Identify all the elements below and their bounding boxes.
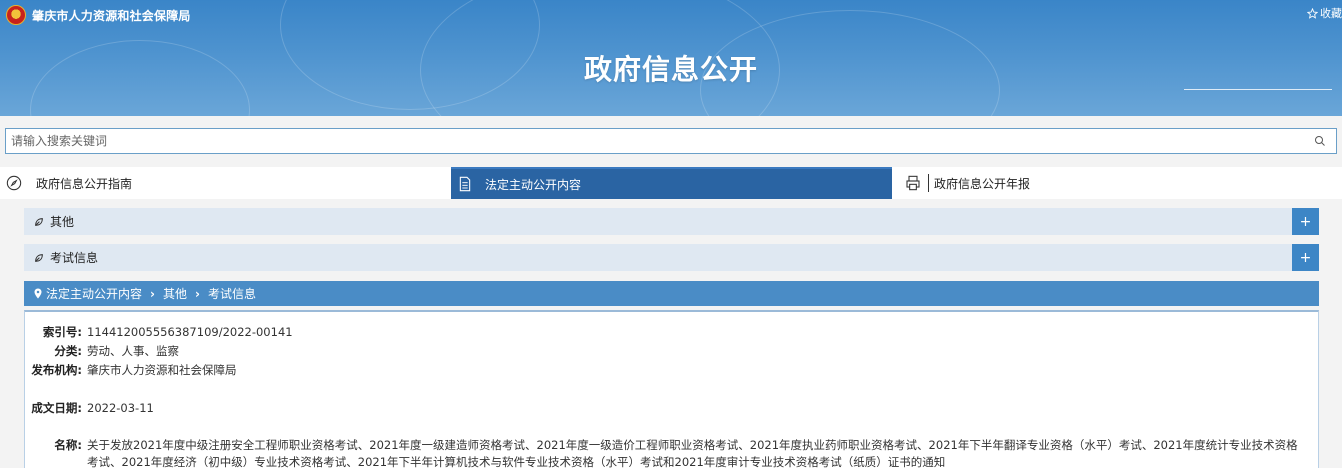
header-divider [1184,89,1332,90]
accordion-label: 考试信息 [50,251,99,265]
favorite-button[interactable]: 收藏 [1307,5,1342,21]
leaf-icon [35,217,43,226]
document-icon [459,176,471,192]
location-pin-icon [34,288,42,299]
site-brand[interactable]: 肇庆市人力资源和社会保障局 [6,5,191,25]
tab-label: 政府信息公开年报 [934,176,1031,191]
meta-value: 2022-03-11 [87,401,154,415]
expand-button[interactable]: + [1292,244,1319,271]
search-icon[interactable] [1314,135,1326,147]
tab-separator [928,174,929,192]
meta-key: 名称: [54,438,82,452]
meta-value: 肇庆市人力资源和社会保障局 [87,363,237,377]
compass-icon [6,175,22,191]
meta-row-date: 成文日期: 2022-03-11 [25,400,154,417]
org-name: 肇庆市人力资源和社会保障局 [32,8,191,23]
meta-row-index: 索引号: 114412005556387109/2022-00141 [25,324,293,341]
breadcrumb-item[interactable]: 法定主动公开内容 [46,285,142,302]
breadcrumb: 法定主动公开内容 › 其他 › 考试信息 [24,281,1319,306]
info-nav-tabs: 政府信息公开指南 法定主动公开内容 政府信息公开年报 [0,167,1342,199]
tab-label: 法定主动公开内容 [485,177,582,192]
site-header: 肇庆市人力资源和社会保障局 收藏 政府信息公开 [0,0,1342,116]
document-metadata-panel: 索引号: 114412005556387109/2022-00141 分类: 劳… [24,310,1319,468]
meta-row-publisher: 发布机构: 肇庆市人力资源和社会保障局 [25,362,237,379]
tab-mandatory-disclosure[interactable]: 法定主动公开内容 [451,167,892,199]
meta-value: 关于发放2021年度中级注册安全工程师职业资格考试、2021年度一级建造师资格考… [87,438,1298,468]
search-input[interactable] [6,129,1336,153]
meta-row-category: 分类: 劳动、人事、监察 [25,343,179,360]
tab-annual-report[interactable]: 政府信息公开年报 [905,167,1335,199]
star-icon [1307,7,1318,19]
meta-key: 分类: [54,344,82,358]
tab-disclosure-guide[interactable]: 政府信息公开指南 [6,167,446,199]
national-emblem-icon [6,5,26,25]
tab-label: 政府信息公开指南 [36,176,133,191]
chevron-right-icon: › [194,286,200,301]
meta-value: 劳动、人事、监察 [87,344,179,358]
accordion-exam-info[interactable]: 考试信息 + [24,244,1319,271]
page-title: 政府信息公开 [583,53,758,86]
breadcrumb-item[interactable]: 考试信息 [208,285,256,302]
printer-icon [906,175,920,191]
meta-value: 114412005556387109/2022-00141 [87,325,293,339]
breadcrumb-item[interactable]: 其他 [163,285,187,302]
favorite-label: 收藏 [1320,7,1342,20]
meta-key: 发布机构: [31,363,82,377]
meta-key: 成文日期: [31,401,82,415]
search-box [5,128,1337,154]
chevron-right-icon: › [150,286,155,301]
expand-button[interactable]: + [1292,208,1319,235]
meta-row-name: 名称: 关于发放2021年度中级注册安全工程师职业资格考试、2021年度一级建造… [25,437,1307,468]
accordion-other[interactable]: 其他 + [24,208,1319,235]
accordion-label: 其他 [50,215,75,229]
meta-key: 索引号: [42,325,82,339]
leaf-icon [35,253,43,262]
